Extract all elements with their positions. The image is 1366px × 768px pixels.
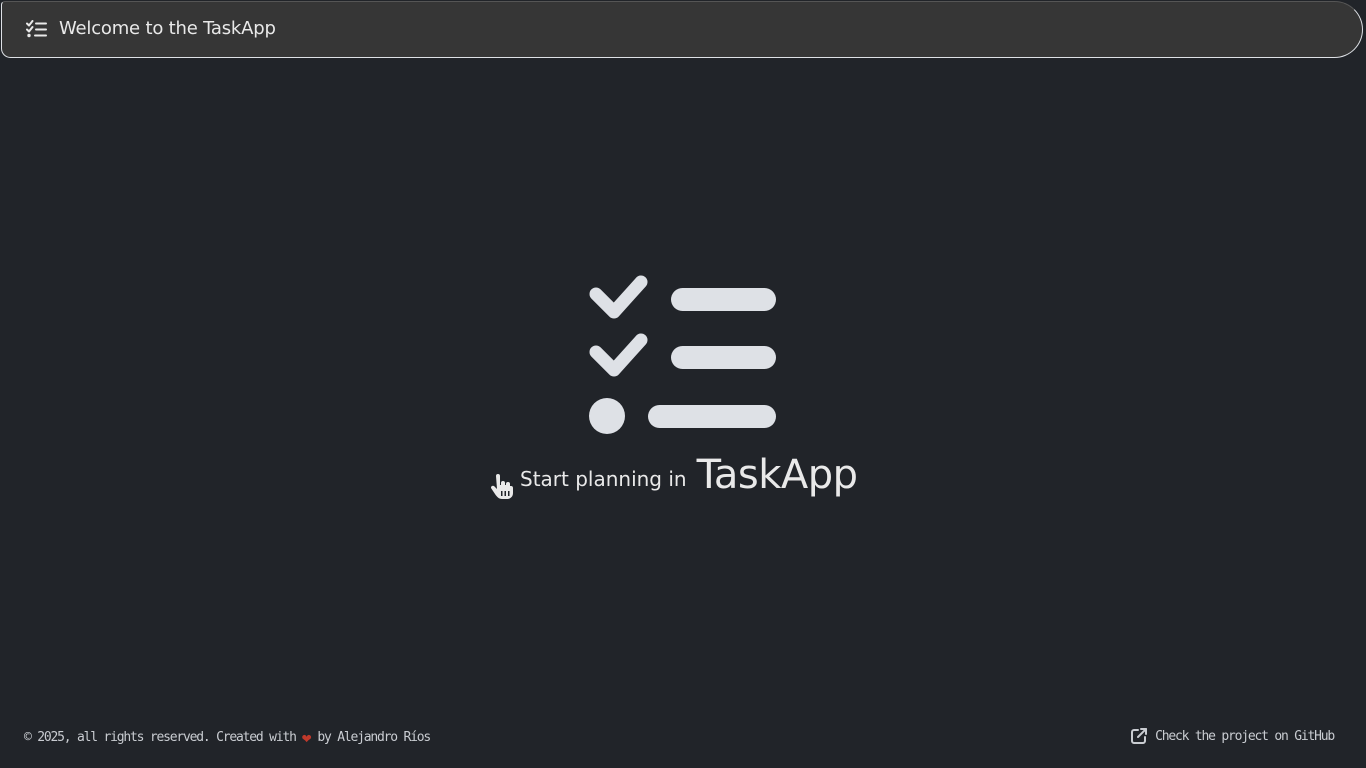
hero-checklist-icon bbox=[589, 275, 776, 434]
pointer-hand-icon bbox=[490, 474, 513, 499]
header-title: Welcome to the TaskApp bbox=[59, 18, 276, 39]
footer-copyright: © 2025, all rights reserved. Created wit… bbox=[24, 728, 431, 747]
github-link[interactable]: Check the project on GitHub bbox=[1130, 727, 1335, 745]
checklist-icon bbox=[26, 20, 47, 38]
top-header: Welcome to the TaskApp bbox=[1, 1, 1363, 58]
external-link-icon bbox=[1131, 728, 1148, 744]
github-link-label: Check the project on GitHub bbox=[1155, 728, 1335, 744]
start-planning-link[interactable]: Start planning in TaskApp bbox=[490, 452, 858, 508]
copyright-suffix: by Alejandro Ríos bbox=[317, 730, 431, 745]
cta-text: Start planning in bbox=[520, 467, 687, 491]
heart-icon: ❤ bbox=[301, 728, 312, 747]
copyright-prefix: © 2025, all rights reserved. Created wit… bbox=[24, 730, 297, 745]
brand-name: TaskApp bbox=[696, 452, 858, 498]
